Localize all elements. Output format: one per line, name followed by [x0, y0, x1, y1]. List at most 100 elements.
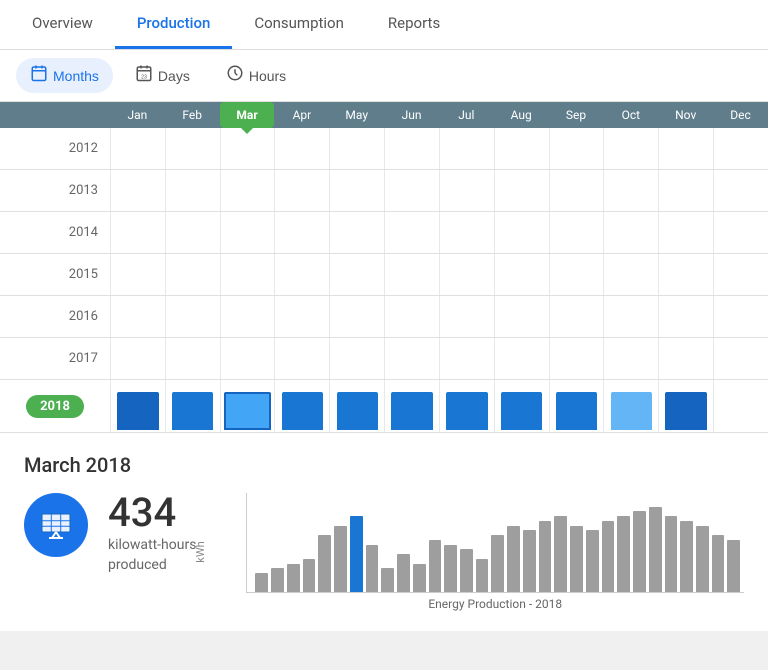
- year-cell-2014-apr[interactable]: [274, 212, 329, 253]
- year-cell-2017-nov[interactable]: [658, 338, 713, 379]
- year-cell-2016-jan[interactable]: [110, 296, 165, 337]
- year-cell-2013-jul[interactable]: [439, 170, 494, 211]
- month-header-aug[interactable]: Aug: [494, 102, 549, 128]
- bar-cell-apr[interactable]: [274, 380, 329, 432]
- year-cell-2012-aug[interactable]: [494, 128, 549, 169]
- year-cell-2017-jan[interactable]: [110, 338, 165, 379]
- bar-cell-jan[interactable]: [110, 380, 165, 432]
- year-cell-2017-may[interactable]: [329, 338, 384, 379]
- bar-cell-dec[interactable]: [713, 380, 768, 432]
- year-cell-2017-aug[interactable]: [494, 338, 549, 379]
- month-header-feb[interactable]: Feb: [165, 102, 220, 128]
- bar-cell-mar[interactable]: [220, 380, 275, 432]
- year-cell-2015-nov[interactable]: [658, 254, 713, 295]
- year-cell-2012-dec[interactable]: [713, 128, 768, 169]
- month-header-oct[interactable]: Oct: [603, 102, 658, 128]
- year-cell-2017-jul[interactable]: [439, 338, 494, 379]
- year-cell-2013-mar[interactable]: [220, 170, 275, 211]
- year-cell-2015-may[interactable]: [329, 254, 384, 295]
- bar-cell-feb[interactable]: [165, 380, 220, 432]
- year-cell-2013-dec[interactable]: [713, 170, 768, 211]
- year-cell-2013-feb[interactable]: [165, 170, 220, 211]
- year-cell-2017-mar[interactable]: [220, 338, 275, 379]
- year-cell-2015-aug[interactable]: [494, 254, 549, 295]
- year-cell-2017-apr[interactable]: [274, 338, 329, 379]
- year-cell-2016-nov[interactable]: [658, 296, 713, 337]
- year-cell-2017-sep[interactable]: [549, 338, 604, 379]
- bar-cell-sep[interactable]: [549, 380, 604, 432]
- month-header-nov[interactable]: Nov: [658, 102, 713, 128]
- year-cell-2015-oct[interactable]: [603, 254, 658, 295]
- month-header-apr[interactable]: Apr: [274, 102, 329, 128]
- year-cell-2016-feb[interactable]: [165, 296, 220, 337]
- year-cell-2014-feb[interactable]: [165, 212, 220, 253]
- year-cell-2013-oct[interactable]: [603, 170, 658, 211]
- year-cell-2012-apr[interactable]: [274, 128, 329, 169]
- year-cell-2016-sep[interactable]: [549, 296, 604, 337]
- year-cell-2015-apr[interactable]: [274, 254, 329, 295]
- bar-cell-may[interactable]: [329, 380, 384, 432]
- months-button[interactable]: Months: [16, 58, 113, 93]
- year-cell-2013-jan[interactable]: [110, 170, 165, 211]
- year-cell-2012-jul[interactable]: [439, 128, 494, 169]
- bar-cell-nov[interactable]: [658, 380, 713, 432]
- year-cell-2012-jun[interactable]: [384, 128, 439, 169]
- bar-cell-jun[interactable]: [384, 380, 439, 432]
- tab-reports[interactable]: Reports: [366, 0, 462, 49]
- year-cell-2014-jun[interactable]: [384, 212, 439, 253]
- year-cell-2015-dec[interactable]: [713, 254, 768, 295]
- year-cell-2013-jun[interactable]: [384, 170, 439, 211]
- year-cell-2013-sep[interactable]: [549, 170, 604, 211]
- year-cell-2016-dec[interactable]: [713, 296, 768, 337]
- year-cell-2013-may[interactable]: [329, 170, 384, 211]
- year-cell-2012-nov[interactable]: [658, 128, 713, 169]
- year-cell-2012-may[interactable]: [329, 128, 384, 169]
- year-cell-2014-nov[interactable]: [658, 212, 713, 253]
- year-cell-2012-jan[interactable]: [110, 128, 165, 169]
- year-cell-2012-mar[interactable]: [220, 128, 275, 169]
- month-header-jan[interactable]: Jan: [110, 102, 165, 128]
- tab-production[interactable]: Production: [115, 0, 233, 49]
- bar-cell-jul[interactable]: [439, 380, 494, 432]
- year-cell-2013-apr[interactable]: [274, 170, 329, 211]
- year-cell-2016-oct[interactable]: [603, 296, 658, 337]
- year-cell-2013-nov[interactable]: [658, 170, 713, 211]
- month-header-dec[interactable]: Dec: [713, 102, 768, 128]
- year-cell-2015-sep[interactable]: [549, 254, 604, 295]
- year-cell-2014-may[interactable]: [329, 212, 384, 253]
- year-cell-2012-sep[interactable]: [549, 128, 604, 169]
- bar-cell-oct[interactable]: [603, 380, 658, 432]
- year-cell-2014-jul[interactable]: [439, 212, 494, 253]
- tab-consumption[interactable]: Consumption: [232, 0, 366, 49]
- year-cell-2014-dec[interactable]: [713, 212, 768, 253]
- hours-button[interactable]: Hours: [212, 58, 300, 93]
- month-header-jun[interactable]: Jun: [384, 102, 439, 128]
- month-header-sep[interactable]: Sep: [549, 102, 604, 128]
- year-cell-2016-may[interactable]: [329, 296, 384, 337]
- year-cell-2014-aug[interactable]: [494, 212, 549, 253]
- days-button[interactable]: 23 Days: [121, 58, 204, 93]
- year-cell-2015-jan[interactable]: [110, 254, 165, 295]
- year-cell-2016-jul[interactable]: [439, 296, 494, 337]
- month-header-may[interactable]: May: [329, 102, 384, 128]
- year-cell-2015-jun[interactable]: [384, 254, 439, 295]
- year-cell-2017-feb[interactable]: [165, 338, 220, 379]
- year-cell-2012-feb[interactable]: [165, 128, 220, 169]
- tab-overview[interactable]: Overview: [10, 0, 115, 49]
- year-cell-2015-feb[interactable]: [165, 254, 220, 295]
- month-header-mar[interactable]: Mar: [220, 102, 275, 128]
- year-cell-2013-aug[interactable]: [494, 170, 549, 211]
- year-cell-2014-mar[interactable]: [220, 212, 275, 253]
- year-cell-2014-sep[interactable]: [549, 212, 604, 253]
- year-cell-2017-jun[interactable]: [384, 338, 439, 379]
- bar-cell-aug[interactable]: [494, 380, 549, 432]
- year-cell-2015-mar[interactable]: [220, 254, 275, 295]
- month-header-jul[interactable]: Jul: [439, 102, 494, 128]
- year-cell-2014-jan[interactable]: [110, 212, 165, 253]
- year-cell-2014-oct[interactable]: [603, 212, 658, 253]
- year-cell-2016-apr[interactable]: [274, 296, 329, 337]
- year-cell-2016-jun[interactable]: [384, 296, 439, 337]
- year-cell-2017-oct[interactable]: [603, 338, 658, 379]
- year-cell-2016-aug[interactable]: [494, 296, 549, 337]
- year-cell-2017-dec[interactable]: [713, 338, 768, 379]
